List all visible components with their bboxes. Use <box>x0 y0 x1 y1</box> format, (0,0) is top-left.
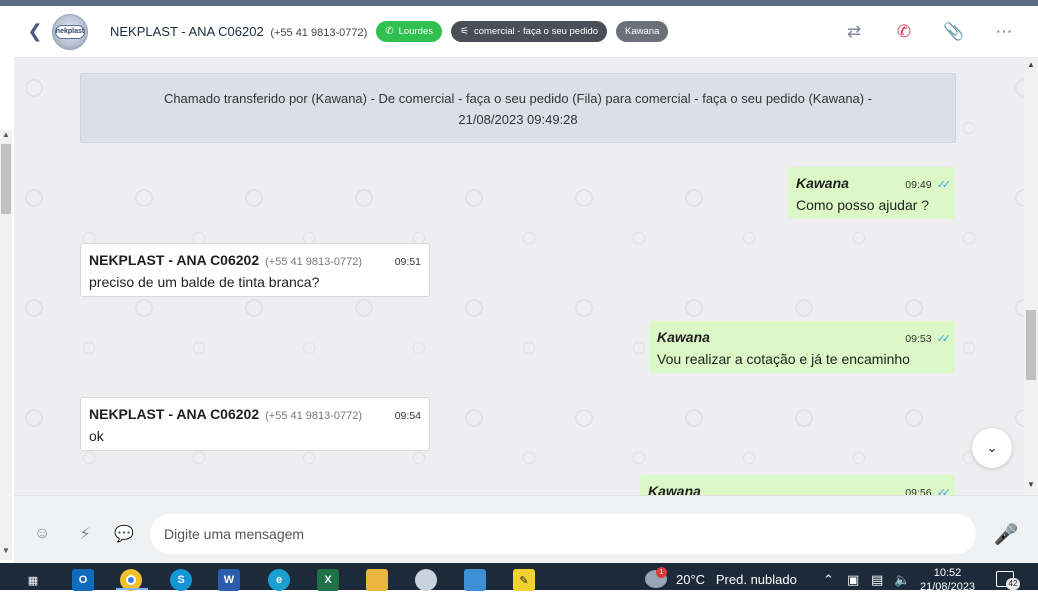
tag-queue-label: comercial - faça o seu pedido <box>473 26 599 37</box>
avatar-logo: nekplast <box>55 24 85 39</box>
message-outgoing[interactable]: Kawana 09:53 ✓✓ Vou realizar a cotação e… <box>649 321 955 373</box>
attach-paperclip-icon[interactable]: 📎 <box>943 22 964 42</box>
task-view-icon[interactable]: ▦ <box>22 569 44 591</box>
page-scrollbar-thumb[interactable] <box>1 144 11 214</box>
message-outgoing[interactable]: Kawana 09:56 ✓✓ <box>640 475 955 495</box>
message-sender: NEKPLAST - ANA C06202 <box>89 406 260 422</box>
back-arrow-icon[interactable]: ❮ <box>24 21 46 43</box>
message-time: 09:56 <box>905 487 932 495</box>
message-time: 09:51 <box>394 256 421 268</box>
read-check-icon: ✓✓ <box>936 333 952 345</box>
transfer-notice: Chamado transferido por (Kawana) - De co… <box>80 73 956 143</box>
scroll-up-arrow-icon[interactable]: ▲ <box>2 130 10 139</box>
message-text: ok <box>89 428 104 444</box>
microphone-icon[interactable]: 🎤 <box>994 524 1019 546</box>
avatar[interactable]: nekplast <box>52 13 88 50</box>
outlook-icon[interactable]: O <box>72 569 94 591</box>
windows-taskbar: ▦ O S W e X ✎ 1 20°C Pred. nublado ⌃ ▣ ▤… <box>0 563 1038 593</box>
scroll-down-arrow-icon[interactable]: ▼ <box>1027 480 1035 489</box>
network-icon[interactable]: ▤ <box>871 572 883 588</box>
message-incoming[interactable]: NEKPLAST - ANA C06202 (+55 41 9813-0772)… <box>80 243 430 297</box>
file-explorer-icon[interactable] <box>366 569 388 591</box>
chat-messages-area[interactable]: Chamado transferido por (Kawana) - De co… <box>14 58 1024 495</box>
weather-temperature: 20°C <box>676 572 706 587</box>
contact-name: NEKPLAST - ANA C06202 <box>110 24 264 39</box>
message-sender: Kawana <box>657 329 710 345</box>
transfer-notice-line1: Chamado transferido por (Kawana) - De co… <box>163 91 873 106</box>
clock-time: 10:52 <box>933 567 962 579</box>
message-sender: NEKPLAST - ANA C06202 <box>89 252 260 268</box>
sticky-app-icon[interactable]: ✎ <box>513 569 535 591</box>
transfer-arrows-icon[interactable]: ⇄ <box>844 22 864 42</box>
message-composer: ☺ ⚡ 💬 🎤 <box>14 495 1038 563</box>
tag-agent-label: Kawana <box>625 26 660 37</box>
message-phone: (+55 41 9813-0772) <box>265 410 363 422</box>
scroll-down-arrow-icon[interactable]: ▼ <box>2 546 10 555</box>
satellite-app-icon[interactable] <box>415 569 437 591</box>
page-scrollbar[interactable]: ▲ ▼ <box>0 130 12 560</box>
message-sender: Kawana <box>796 175 849 191</box>
chat-scrollbar-thumb[interactable] <box>1026 310 1036 380</box>
clock-date: 21/08/2023 <box>920 581 976 593</box>
header-actions: ⇄ ✆ 📎 ⋯ <box>844 6 1014 58</box>
message-phone: (+55 41 9813-0772) <box>265 256 363 268</box>
message-text: Vou realizar a cotação e já te encaminho <box>657 351 910 367</box>
message-input[interactable] <box>150 514 976 554</box>
message-sender: Kawana <box>648 483 701 495</box>
chevron-down-icon: ⌄ <box>986 440 998 455</box>
lightning-quick-reply-icon[interactable]: ⚡ <box>75 524 95 544</box>
scroll-up-arrow-icon[interactable]: ▲ <box>1027 60 1035 69</box>
contact-phone: (+55 41 9813-0772) <box>270 27 368 39</box>
whatsapp-icon: ✆ <box>385 26 394 37</box>
tray-camera-icon[interactable]: ▣ <box>847 572 859 588</box>
tag-queue[interactable]: ⚟ comercial - faça o seu pedido <box>450 21 608 42</box>
tag-connection-label: Lourdes <box>398 26 433 37</box>
message-time: 09:49 <box>905 179 932 191</box>
contact-title[interactable]: NEKPLAST - ANA C06202 (+55 41 9813-0772) <box>110 24 367 39</box>
weather-badge: 1 <box>656 567 667 578</box>
excel-icon[interactable]: X <box>317 569 339 591</box>
transfer-notice-line2: 21/08/2023 09:49:28 <box>458 112 578 127</box>
weather-widget[interactable]: 20°C Pred. nublado <box>676 572 797 587</box>
chat-scrollbar[interactable]: ▲ ▼ <box>1024 58 1038 495</box>
sitemap-icon: ⚟ <box>459 26 469 37</box>
scroll-to-bottom-button[interactable]: ⌄ <box>972 428 1012 468</box>
message-time: 09:53 <box>905 333 932 345</box>
chat-bubble-icon[interactable]: 💬 <box>114 524 134 544</box>
read-check-icon: ✓✓ <box>936 179 952 191</box>
message-text: Como posso ajudar ? <box>796 197 930 213</box>
word-icon[interactable]: W <box>218 569 240 591</box>
notification-count: 42 <box>1006 578 1020 590</box>
control-panel-icon[interactable] <box>464 569 486 591</box>
message-text: preciso de um balde de tinta branca? <box>89 274 320 290</box>
skype-icon[interactable]: S <box>170 569 192 591</box>
read-check-icon: ✓✓ <box>936 487 952 495</box>
weather-description: Pred. nublado <box>715 572 797 587</box>
tag-connection[interactable]: ✆ Lourdes <box>376 21 442 42</box>
message-incoming[interactable]: NEKPLAST - ANA C06202 (+55 41 9813-0772)… <box>80 397 430 451</box>
tray-chevron-up-icon[interactable]: ⌃ <box>823 572 834 588</box>
more-options-icon[interactable]: ⋯ <box>994 22 1014 42</box>
message-time: 09:54 <box>394 410 421 422</box>
edge-icon[interactable]: e <box>268 569 290 591</box>
tag-agent[interactable]: Kawana <box>616 21 669 42</box>
chat-header: ❮ nekplast NEKPLAST - ANA C06202 (+55 41… <box>14 6 1038 58</box>
volume-icon[interactable]: 🔈 <box>894 572 910 588</box>
end-call-icon[interactable]: ✆ <box>894 22 914 42</box>
message-outgoing[interactable]: Kawana 09:49 ✓✓ Como posso ajudar ? <box>788 167 955 219</box>
emoji-icon[interactable]: ☺ <box>32 524 52 544</box>
